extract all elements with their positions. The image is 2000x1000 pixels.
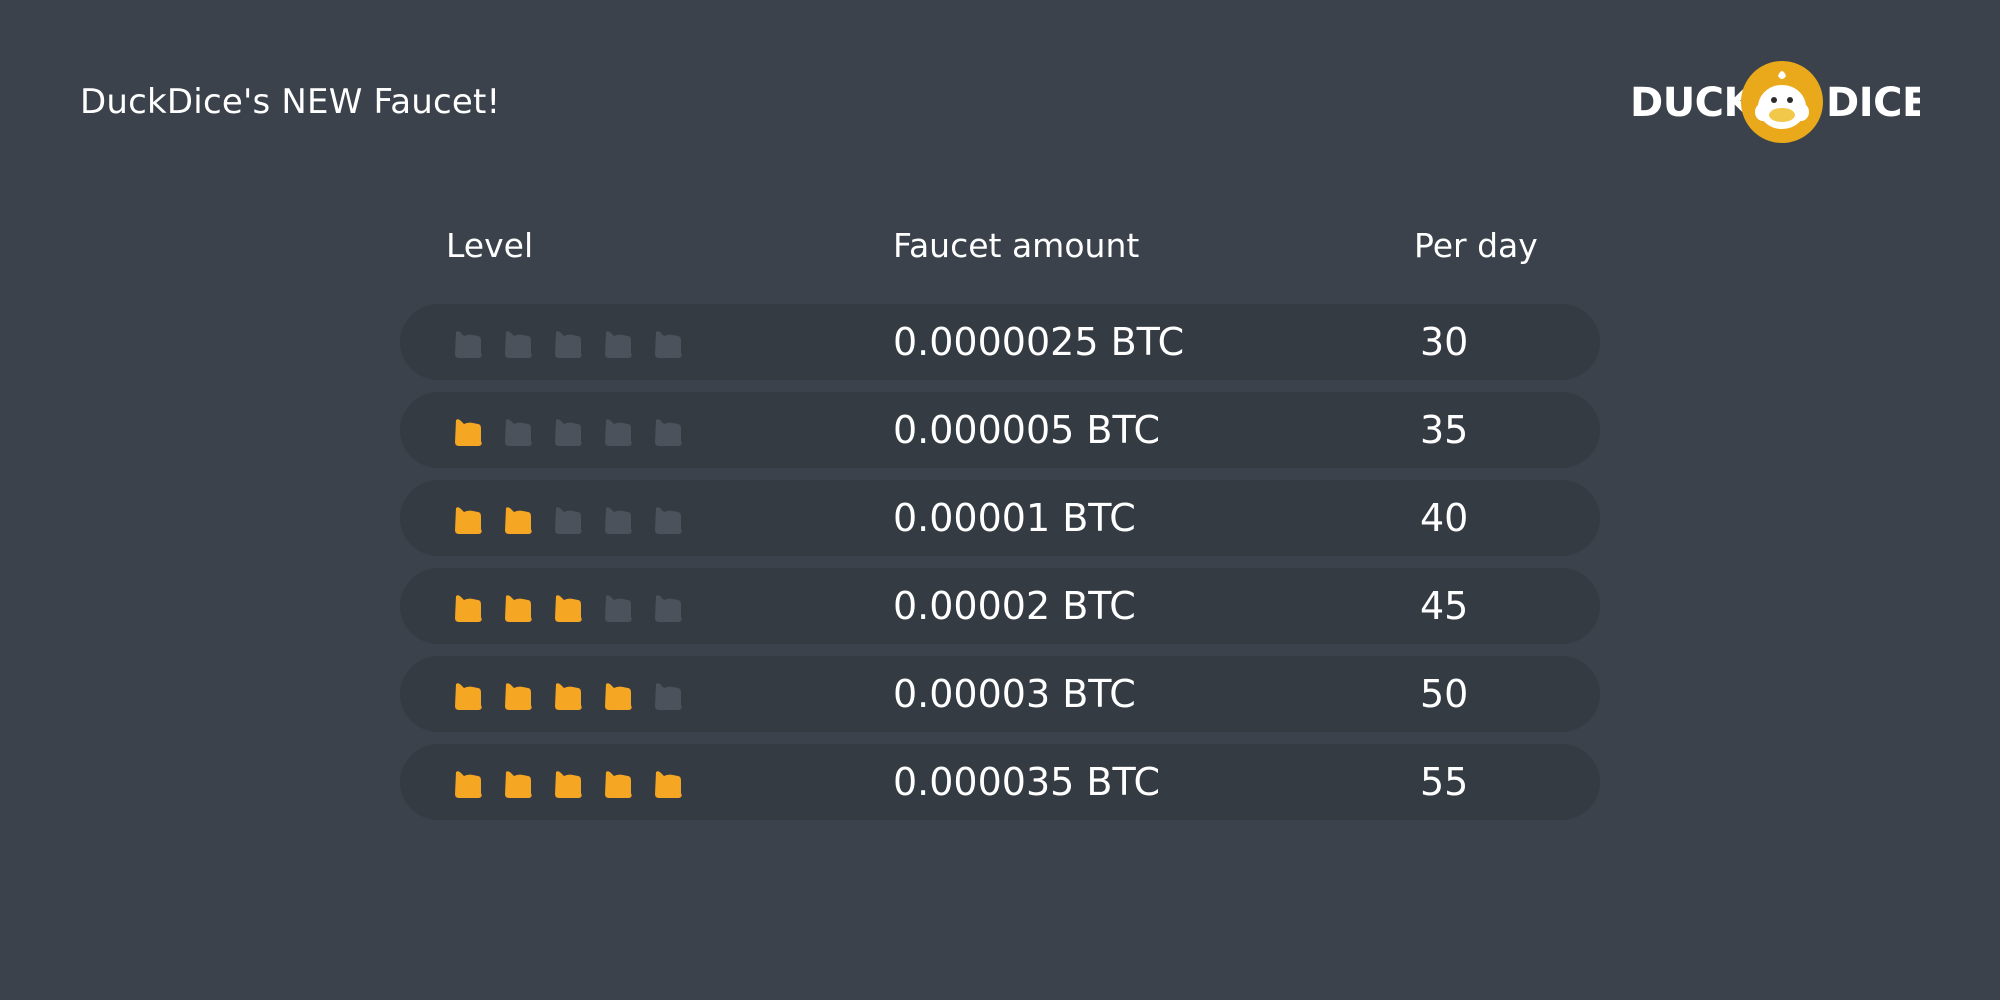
- table-row: 0.00003 BTC 50: [400, 656, 1600, 732]
- level-indicator: [453, 330, 683, 360]
- per-day: 35: [1420, 408, 1469, 452]
- level-indicator: [453, 506, 683, 536]
- duck-level-icon-active: [555, 683, 582, 710]
- faucet-amount: 0.0000025 BTC: [893, 320, 1185, 364]
- duck-level-icon-inactive: [455, 331, 482, 358]
- duck-level-icon-active: [455, 683, 482, 710]
- duck-level-icon-inactive: [605, 331, 632, 358]
- duck-level-icon-inactive: [655, 683, 682, 710]
- table-row: 0.000005 BTC 35: [400, 392, 1600, 468]
- page-title: DuckDice's NEW Faucet!: [80, 82, 501, 122]
- duckdice-logo[interactable]: DUCK DICE: [1630, 60, 1920, 144]
- per-day: 55: [1420, 760, 1469, 804]
- table-row: 0.0000025 BTC 30: [400, 304, 1600, 380]
- table-row: 0.00002 BTC 45: [400, 568, 1600, 644]
- level-indicator: [453, 682, 683, 712]
- duck-level-icon-inactive: [655, 331, 682, 358]
- duck-level-icon-inactive: [655, 419, 682, 446]
- table-row: 0.000035 BTC 55: [400, 744, 1600, 820]
- table-rows: 0.0000025 BTC 30 0.000005 BTC 35 0.00001 BTC…: [400, 304, 1600, 832]
- duck-level-icon-active: [505, 595, 532, 622]
- per-day: 50: [1420, 672, 1469, 716]
- faucet-table: Level Faucet amount Per day 0.0000025 BT…: [400, 220, 1600, 820]
- level-indicator: [453, 418, 683, 448]
- duck-level-icon-active: [455, 507, 482, 534]
- table-row: 0.00001 BTC 40: [400, 480, 1600, 556]
- level-indicator: [453, 770, 683, 800]
- table-header: Level Faucet amount Per day: [400, 220, 1600, 284]
- column-header-faucet-amount: Faucet amount: [893, 226, 1140, 265]
- duck-level-icon-active: [455, 771, 482, 798]
- duck-level-icon-active: [605, 683, 632, 710]
- faucet-amount: 0.00003 BTC: [893, 672, 1136, 716]
- duck-level-icon-inactive: [555, 419, 582, 446]
- column-header-per-day: Per day: [1414, 226, 1538, 265]
- per-day: 40: [1420, 496, 1469, 540]
- duck-level-icon-active: [655, 771, 682, 798]
- duck-level-icon-inactive: [655, 507, 682, 534]
- duck-level-icon-inactive: [505, 419, 532, 446]
- duck-level-icon-active: [455, 419, 482, 446]
- duck-level-icon-active: [555, 771, 582, 798]
- per-day: 30: [1420, 320, 1469, 364]
- logo-text-right: DICE: [1826, 80, 1920, 126]
- duck-level-icon-inactive: [605, 419, 632, 446]
- column-header-level: Level: [446, 226, 534, 265]
- duck-level-icon-inactive: [655, 595, 682, 622]
- duck-level-icon-active: [505, 683, 532, 710]
- per-day: 45: [1420, 584, 1469, 628]
- duck-level-icon-active: [605, 771, 632, 798]
- duck-level-icon-active: [455, 595, 482, 622]
- faucet-amount: 0.000005 BTC: [893, 408, 1160, 452]
- faucet-amount: 0.00002 BTC: [893, 584, 1136, 628]
- duck-level-icon-inactive: [505, 331, 532, 358]
- duck-level-icon-inactive: [555, 507, 582, 534]
- faucet-amount: 0.000035 BTC: [893, 760, 1160, 804]
- duck-level-icon-active: [505, 771, 532, 798]
- duck-face-icon: [1741, 61, 1823, 143]
- faucet-amount: 0.00001 BTC: [893, 496, 1136, 540]
- logo-text-left: DUCK: [1630, 80, 1757, 126]
- level-indicator: [453, 594, 683, 624]
- duck-level-icon-inactive: [555, 331, 582, 358]
- duck-level-icon-inactive: [605, 595, 632, 622]
- duck-level-icon-active: [505, 507, 532, 534]
- duck-level-icon-inactive: [605, 507, 632, 534]
- duck-level-icon-active: [555, 595, 582, 622]
